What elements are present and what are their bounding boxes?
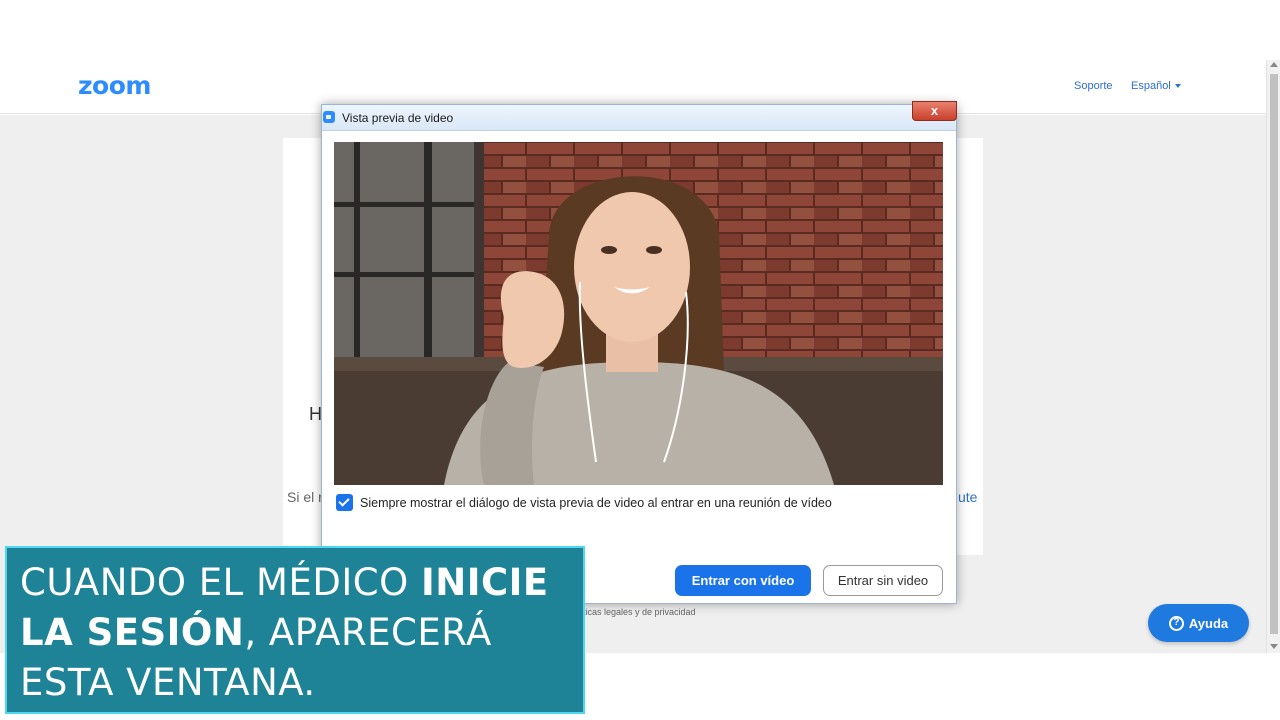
scrollbar-thumb[interactable]	[1270, 74, 1278, 634]
dialog-titlebar[interactable]: Vista previa de video x	[322, 101, 957, 131]
caption-line-2: LA SESIÓN, APARECERÁ	[20, 608, 583, 658]
screen: H Si el r ute ticas legales y de privaci…	[0, 0, 1280, 720]
help-button[interactable]: ? Ayuda	[1148, 604, 1249, 642]
scroll-up-arrow-icon[interactable]	[1270, 62, 1278, 67]
caret-down-icon	[1174, 84, 1181, 89]
zoom-logo[interactable]: zoom	[78, 71, 151, 100]
caption-line-2-normal: , APARECERÁ	[244, 611, 492, 654]
video-camera-icon	[323, 111, 335, 123]
language-dropdown[interactable]: Español	[1131, 80, 1181, 92]
caption-banner: CUANDO EL MÉDICO INICIE LA SESIÓN, APARE…	[5, 546, 585, 714]
checkbox-checked-icon[interactable]	[336, 494, 353, 511]
always-show-preview-label[interactable]: Siempre mostrar el diálogo de vista prev…	[360, 496, 832, 510]
caption-line-2-bold: LA SESIÓN	[20, 611, 245, 654]
dialog-title: Vista previa de video	[342, 111, 454, 125]
caption-line-3-normal: ESTA VENTANA.	[20, 661, 316, 704]
partial-text-left: Si el r	[287, 489, 323, 505]
partial-link-right[interactable]: ute	[958, 489, 977, 505]
join-without-video-button[interactable]: Entrar sin video	[823, 565, 943, 596]
scroll-down-arrow-icon[interactable]	[1270, 644, 1278, 649]
footer-legal-link[interactable]: ticas legales y de privacidad	[583, 607, 696, 617]
help-label: Ayuda	[1188, 615, 1229, 631]
caption-line-1-bold: INICIE	[420, 561, 549, 604]
language-label: Español	[1131, 80, 1171, 92]
page-scrollbar[interactable]	[1266, 60, 1280, 653]
video-preview-dialog: Vista previa de video x Siempre mostrar …	[321, 101, 957, 604]
join-with-video-button[interactable]: Entrar con vídeo	[675, 565, 811, 596]
close-icon[interactable]: x	[912, 101, 957, 121]
nav-support-link[interactable]: Soporte	[1074, 80, 1113, 92]
caption-line-3: ESTA VENTANA.	[20, 658, 583, 708]
help-icon: ?	[1168, 615, 1184, 631]
caption-line-1-normal: CUANDO EL MÉDICO	[20, 561, 421, 604]
caption-line-1: CUANDO EL MÉDICO INICIE	[20, 558, 583, 608]
webcam-frame	[334, 142, 943, 485]
video-preview-image	[334, 142, 943, 485]
